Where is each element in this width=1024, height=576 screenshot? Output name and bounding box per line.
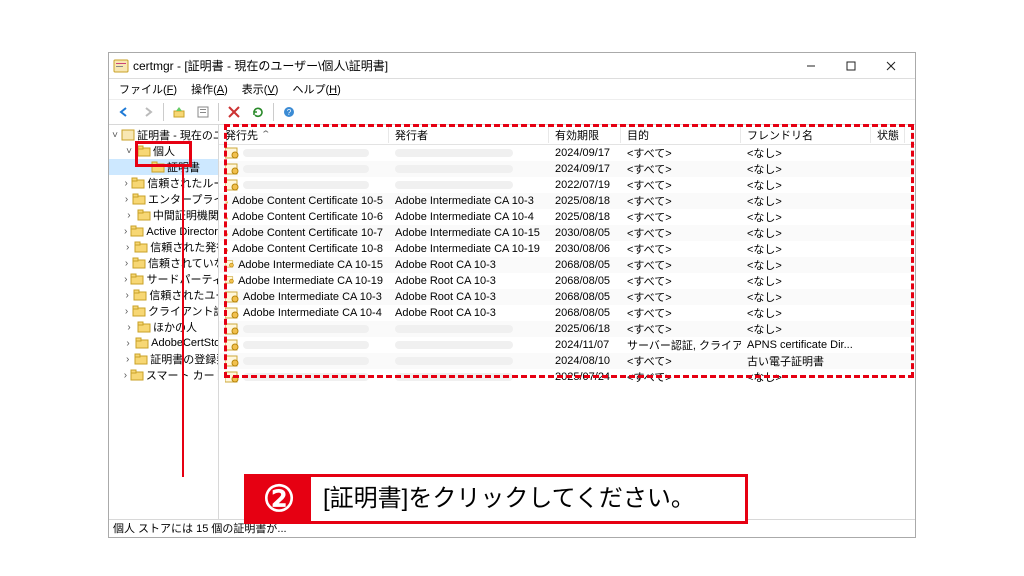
highlight-tree-cert — [135, 141, 192, 167]
tree-item-label: 証明書の登録要求 — [150, 351, 218, 367]
tree-item[interactable]: ›スマート カードの信頼されたルート — [109, 367, 218, 383]
folder-icon — [134, 352, 148, 366]
folder-icon — [131, 176, 145, 190]
tree-item[interactable]: ›信頼された発行元 — [109, 239, 218, 255]
folder-icon — [130, 368, 144, 382]
tree-item[interactable]: ›Active Directory ユーザー オブジ — [109, 223, 218, 239]
certificate-root-icon — [121, 128, 135, 142]
folder-icon — [132, 192, 146, 206]
menu-help[interactable]: ヘルプ(H) — [286, 80, 346, 98]
folder-icon — [133, 288, 147, 302]
tree-item[interactable]: ›信頼されていない証明書 — [109, 255, 218, 271]
forward-button[interactable] — [137, 101, 159, 123]
delete-button[interactable] — [223, 101, 245, 123]
menu-file[interactable]: ファイル(F) — [113, 80, 183, 98]
close-button[interactable] — [871, 54, 911, 78]
step-number-badge: ② — [247, 477, 311, 521]
tree-item-label: AdobeCertStore — [151, 337, 218, 349]
tree-item-label: ほかの人 — [153, 319, 197, 335]
tree-item[interactable]: ›クライアント認証発行者 — [109, 303, 218, 319]
folder-icon — [132, 304, 146, 318]
svg-text:?: ? — [287, 108, 292, 117]
instruction-callout: ② [証明書]をクリックしてください。 — [244, 474, 748, 524]
folder-icon — [130, 272, 144, 286]
tree-item[interactable]: ›信頼されたユーザー — [109, 287, 218, 303]
folder-icon — [137, 208, 151, 222]
properties-button[interactable] — [192, 101, 214, 123]
help-button[interactable]: ? — [278, 101, 300, 123]
menu-action[interactable]: 操作(A) — [185, 80, 234, 98]
instruction-text: [証明書]をクリックしてください。 — [311, 477, 707, 521]
up-button[interactable] — [168, 101, 190, 123]
tree-item[interactable]: ›信頼されたルート証明機関 — [109, 175, 218, 191]
folder-icon — [134, 240, 148, 254]
tree-item[interactable]: ›証明書の登録要求 — [109, 351, 218, 367]
toolbar: ? — [109, 99, 915, 125]
folder-icon — [135, 336, 149, 350]
titlebar: certmgr - [証明書 - 現在のユーザー\個人\証明書] — [109, 53, 915, 79]
folder-icon — [137, 320, 151, 334]
tree-item-label: 中間証明機関 — [153, 207, 218, 223]
menu-view[interactable]: 表示(V) — [236, 80, 285, 98]
tree-item[interactable]: ›エンタープライズの信頼 — [109, 191, 218, 207]
tree-item[interactable]: ›サードパーティ ルート証明機関 — [109, 271, 218, 287]
folder-icon — [130, 224, 144, 238]
tree-item-label: 信頼された発行元 — [150, 239, 218, 255]
tree-item[interactable]: ›AdobeCertStore — [109, 335, 218, 351]
certmgr-icon — [113, 58, 129, 74]
annotation-arrow — [182, 167, 184, 477]
maximize-button[interactable] — [831, 54, 871, 78]
window-title: certmgr - [証明書 - 現在のユーザー\個人\証明書] — [133, 57, 791, 74]
highlight-list-area — [224, 124, 914, 378]
refresh-button[interactable] — [247, 101, 269, 123]
menubar: ファイル(F) 操作(A) 表示(V) ヘルプ(H) — [109, 79, 915, 99]
tree-item[interactable]: ›中間証明機関 — [109, 207, 218, 223]
minimize-button[interactable] — [791, 54, 831, 78]
folder-icon — [132, 256, 146, 270]
tree-item[interactable]: ›ほかの人 — [109, 319, 218, 335]
tree-pane[interactable]: ˅ 証明書 - 現在のユーザー ˅個人証明書›信頼されたルート証明機関›エンター… — [109, 125, 219, 519]
back-button[interactable] — [113, 101, 135, 123]
